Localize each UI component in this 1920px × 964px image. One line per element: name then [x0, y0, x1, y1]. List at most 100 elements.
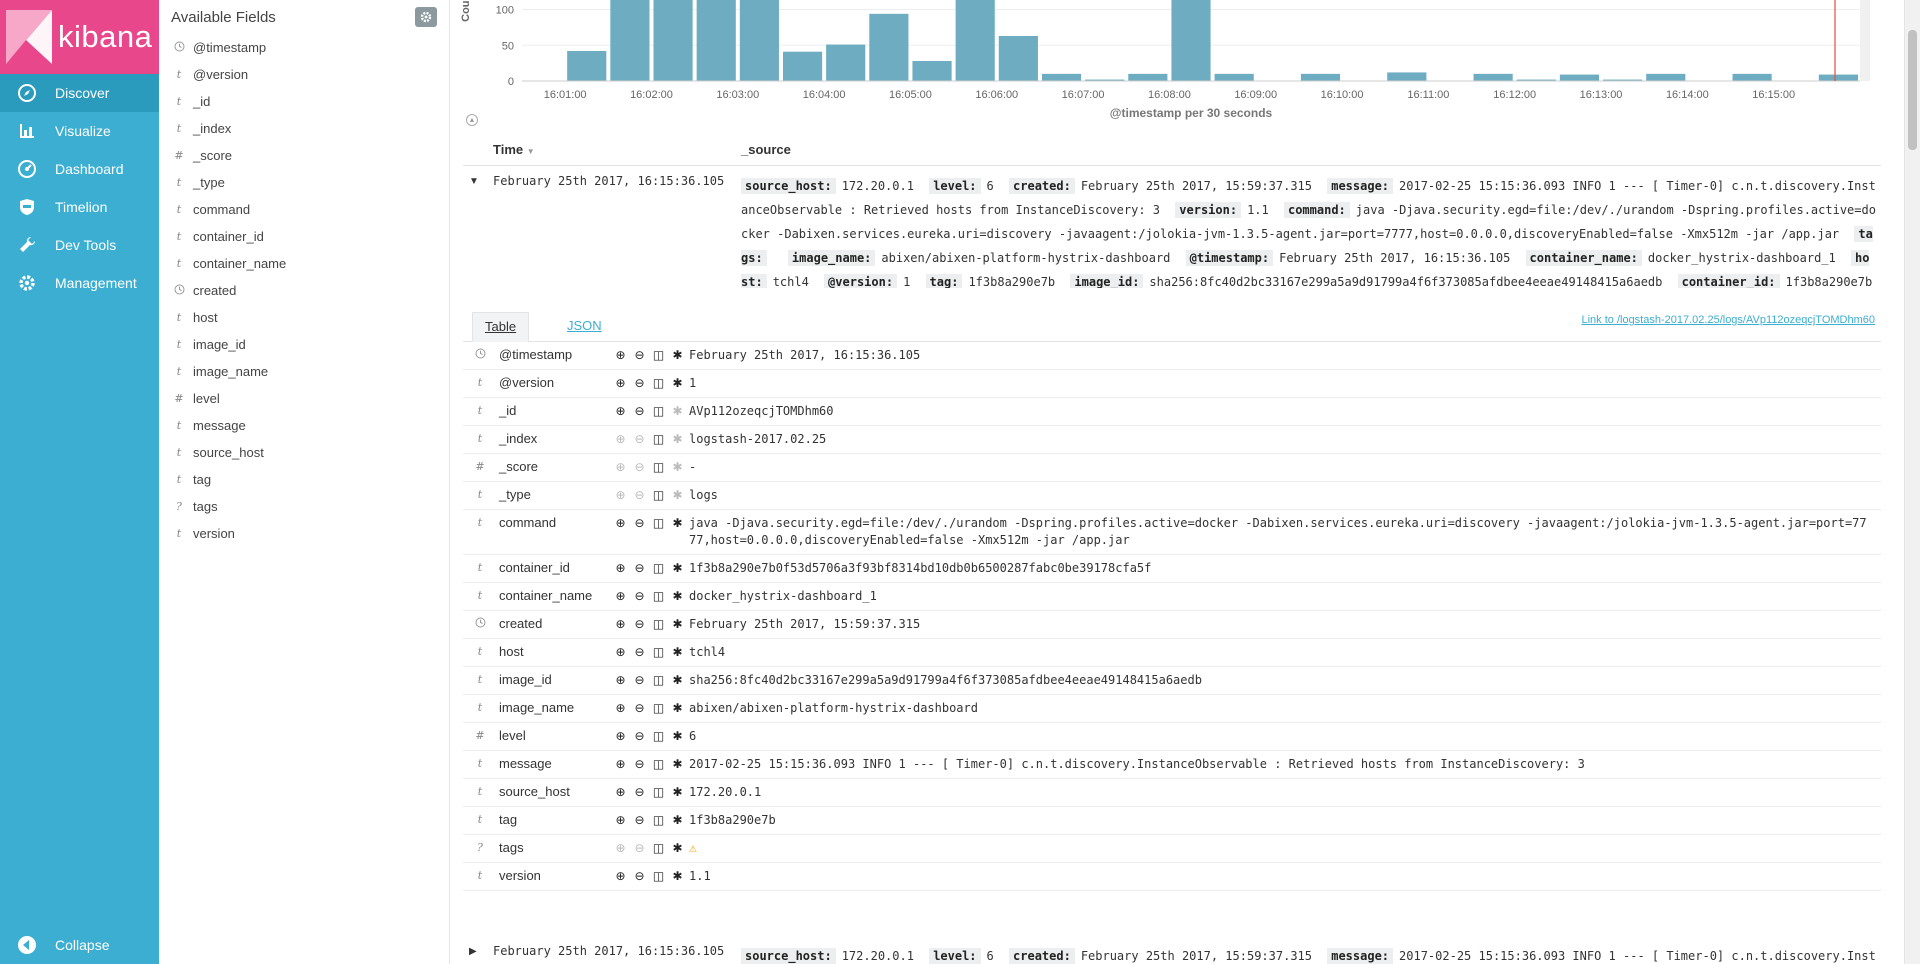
histogram-bar[interactable]	[1646, 73, 1686, 81]
exists-filter-icon[interactable]: ✱	[670, 431, 685, 446]
zoom-in-filter-icon[interactable]: ⊕	[613, 840, 628, 855]
histogram-bar[interactable]	[1818, 74, 1858, 81]
field-settings-button[interactable]	[415, 7, 437, 27]
sort-desc-icon[interactable]: ▼	[527, 147, 535, 156]
field-item[interactable]: t container_name	[159, 250, 449, 277]
toggle-column-icon[interactable]: ◫	[651, 487, 666, 502]
field-item[interactable]: t _id	[159, 88, 449, 115]
field-item[interactable]: created	[159, 277, 449, 304]
field-item[interactable]: # level	[159, 385, 449, 412]
exists-filter-icon[interactable]: ✱	[670, 560, 685, 575]
zoom-out-filter-icon[interactable]: ⊖	[632, 868, 647, 883]
histogram-bar[interactable]	[1473, 73, 1513, 81]
zoom-out-filter-icon[interactable]: ⊖	[632, 812, 647, 827]
zoom-in-filter-icon[interactable]: ⊕	[613, 487, 628, 502]
histogram-bar[interactable]	[1128, 73, 1168, 81]
exists-filter-icon[interactable]: ✱	[670, 459, 685, 474]
exists-filter-icon[interactable]: ✱	[670, 812, 685, 827]
histogram-bar[interactable]	[1171, 0, 1211, 81]
histogram-bar[interactable]	[1041, 73, 1082, 81]
histogram-bar[interactable]	[696, 0, 736, 81]
exists-filter-icon[interactable]: ✱	[670, 588, 685, 603]
histogram-bar[interactable]	[955, 0, 995, 81]
doc-permalink[interactable]: Link to /logstash-2017.02.25/logs/AVp112…	[1581, 314, 1875, 326]
toggle-column-icon[interactable]: ◫	[651, 431, 666, 446]
zoom-in-filter-icon[interactable]: ⊕	[613, 459, 628, 474]
zoom-out-filter-icon[interactable]: ⊖	[632, 672, 647, 687]
zoom-in-filter-icon[interactable]: ⊕	[613, 728, 628, 743]
histogram-bar[interactable]	[1387, 72, 1427, 81]
field-item[interactable]: t source_host	[159, 439, 449, 466]
exists-filter-icon[interactable]: ✱	[670, 403, 685, 418]
zoom-out-filter-icon[interactable]: ⊖	[632, 840, 647, 855]
toggle-column-icon[interactable]: ◫	[651, 700, 666, 715]
zoom-out-filter-icon[interactable]: ⊖	[632, 644, 647, 659]
histogram-bar[interactable]	[567, 50, 607, 81]
toggle-column-icon[interactable]: ◫	[651, 375, 666, 390]
toggle-column-icon[interactable]: ◫	[651, 616, 666, 631]
scrollbar-thumb[interactable]	[1908, 30, 1917, 150]
zoom-out-filter-icon[interactable]: ⊖	[632, 784, 647, 799]
zoom-out-filter-icon[interactable]: ⊖	[632, 487, 647, 502]
zoom-in-filter-icon[interactable]: ⊕	[613, 756, 628, 771]
nav-item-management[interactable]: Management	[0, 264, 159, 302]
doc-row-expanded[interactable]: ▼ February 25th 2017, 16:15:36.105 sourc…	[463, 172, 1881, 290]
histogram-bar[interactable]	[912, 60, 952, 81]
toggle-column-icon[interactable]: ◫	[651, 868, 666, 883]
exists-filter-icon[interactable]: ✱	[670, 487, 685, 502]
zoom-out-filter-icon[interactable]: ⊖	[632, 560, 647, 575]
field-item[interactable]: t image_name	[159, 358, 449, 385]
zoom-out-filter-icon[interactable]: ⊖	[632, 515, 647, 530]
zoom-in-filter-icon[interactable]: ⊕	[613, 515, 628, 530]
zoom-out-filter-icon[interactable]: ⊖	[632, 588, 647, 603]
toggle-column-icon[interactable]: ◫	[651, 644, 666, 659]
exists-filter-icon[interactable]: ✱	[670, 616, 685, 631]
exists-filter-icon[interactable]: ✱	[670, 784, 685, 799]
field-item[interactable]: t image_id	[159, 331, 449, 358]
toggle-column-icon[interactable]: ◫	[651, 459, 666, 474]
page-scrollbar[interactable]	[1904, 0, 1920, 964]
field-item[interactable]: t _type	[159, 169, 449, 196]
zoom-out-filter-icon[interactable]: ⊖	[632, 728, 647, 743]
zoom-out-filter-icon[interactable]: ⊖	[632, 375, 647, 390]
zoom-in-filter-icon[interactable]: ⊕	[613, 700, 628, 715]
toggle-column-icon[interactable]: ◫	[651, 403, 666, 418]
exists-filter-icon[interactable]: ✱	[670, 347, 685, 362]
histogram-bar[interactable]	[739, 0, 779, 81]
field-item[interactable]: @timestamp	[159, 34, 449, 61]
toggle-column-icon[interactable]: ◫	[651, 347, 666, 362]
exists-filter-icon[interactable]: ✱	[670, 375, 685, 390]
field-item[interactable]: t message	[159, 412, 449, 439]
zoom-in-filter-icon[interactable]: ⊕	[613, 560, 628, 575]
histogram-bar[interactable]	[610, 0, 650, 81]
toggle-column-icon[interactable]: ◫	[651, 588, 666, 603]
field-item[interactable]: t tag	[159, 466, 449, 493]
zoom-in-filter-icon[interactable]: ⊕	[613, 868, 628, 883]
exists-filter-icon[interactable]: ✱	[670, 840, 685, 855]
zoom-in-filter-icon[interactable]: ⊕	[613, 375, 628, 390]
collapse-button[interactable]: Collapse	[0, 926, 159, 964]
histogram-bar[interactable]	[998, 35, 1038, 81]
toggle-column-icon[interactable]: ◫	[651, 812, 666, 827]
histogram-bar[interactable]	[869, 13, 909, 81]
field-item[interactable]: # _score	[159, 142, 449, 169]
zoom-in-filter-icon[interactable]: ⊕	[613, 672, 628, 687]
field-item[interactable]: t command	[159, 196, 449, 223]
toggle-column-icon[interactable]: ◫	[651, 784, 666, 799]
zoom-in-filter-icon[interactable]: ⊕	[613, 616, 628, 631]
doc-row-collapsed[interactable]: ▶ February 25th 2017, 16:15:36.105 sourc…	[463, 942, 1881, 964]
kibana-logo[interactable]: kibana	[0, 0, 159, 74]
field-item[interactable]: t _index	[159, 115, 449, 142]
exists-filter-icon[interactable]: ✱	[670, 672, 685, 687]
zoom-in-filter-icon[interactable]: ⊕	[613, 784, 628, 799]
toggle-column-icon[interactable]: ◫	[651, 728, 666, 743]
zoom-out-filter-icon[interactable]: ⊖	[632, 616, 647, 631]
toggle-column-icon[interactable]: ◫	[651, 560, 666, 575]
toggle-column-icon[interactable]: ◫	[651, 515, 666, 530]
collapse-chart-toggle[interactable]: ▲	[466, 114, 478, 126]
zoom-out-filter-icon[interactable]: ⊖	[632, 756, 647, 771]
zoom-out-filter-icon[interactable]: ⊖	[632, 347, 647, 362]
zoom-out-filter-icon[interactable]: ⊖	[632, 459, 647, 474]
histogram-bar[interactable]	[1300, 73, 1341, 81]
zoom-in-filter-icon[interactable]: ⊕	[613, 347, 628, 362]
